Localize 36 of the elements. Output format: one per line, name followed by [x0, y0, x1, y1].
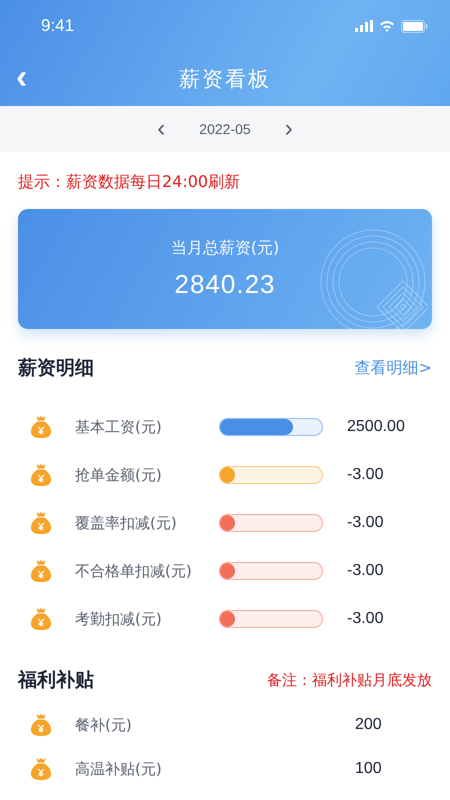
status-time: 9:41: [41, 16, 74, 36]
signal-icon: [355, 20, 373, 32]
previous-month-button[interactable]: ‹: [153, 117, 170, 141]
payment-note: 备注：福利补贴月底发放: [267, 670, 432, 690]
item-amount: 200: [355, 716, 382, 734]
next-month-button[interactable]: ›: [280, 117, 297, 141]
item-amount: -3.00: [347, 610, 384, 628]
money-bag-icon: [30, 757, 52, 781]
view-details-link[interactable]: 查看明细>: [354, 358, 432, 378]
item-amount: -3.00: [347, 466, 384, 484]
item-amount: 100: [355, 760, 382, 778]
battery-icon: [401, 20, 428, 32]
money-bag-icon: [30, 511, 52, 535]
item-label: 高温补贴(元): [75, 760, 163, 778]
money-bag-icon: [30, 415, 52, 439]
wifi-icon: [379, 20, 395, 32]
page-title: 薪资看板: [179, 66, 271, 93]
item-label: 基本工资(元): [75, 418, 163, 436]
item-label: 覆盖率扣减(元): [75, 514, 178, 532]
item-amount: -3.00: [347, 514, 384, 532]
item-label: 抢单金额(元): [75, 466, 163, 484]
money-bag-icon: [30, 559, 52, 583]
item-label: 考勤扣减(元): [75, 610, 163, 628]
section-title: 薪资明细: [18, 356, 94, 381]
item-label: 餐补(元): [75, 716, 133, 734]
money-bag-icon: [30, 607, 52, 631]
total-salary-label: 当月总薪资(元): [170, 238, 280, 259]
money-bag-icon: [30, 713, 52, 737]
item-amount: 2500.00: [347, 418, 405, 436]
item-amount: -3.00: [347, 562, 384, 580]
section-title: 福利补贴: [18, 668, 94, 693]
month-label: 2022-05: [199, 121, 251, 137]
money-bag-icon: [30, 463, 52, 487]
refresh-notice: 提示：薪资数据每日24:00刷新: [17, 171, 242, 193]
item-label: 不合格单扣减(元): [75, 562, 193, 580]
total-salary-amount: 2840.23: [174, 269, 276, 300]
